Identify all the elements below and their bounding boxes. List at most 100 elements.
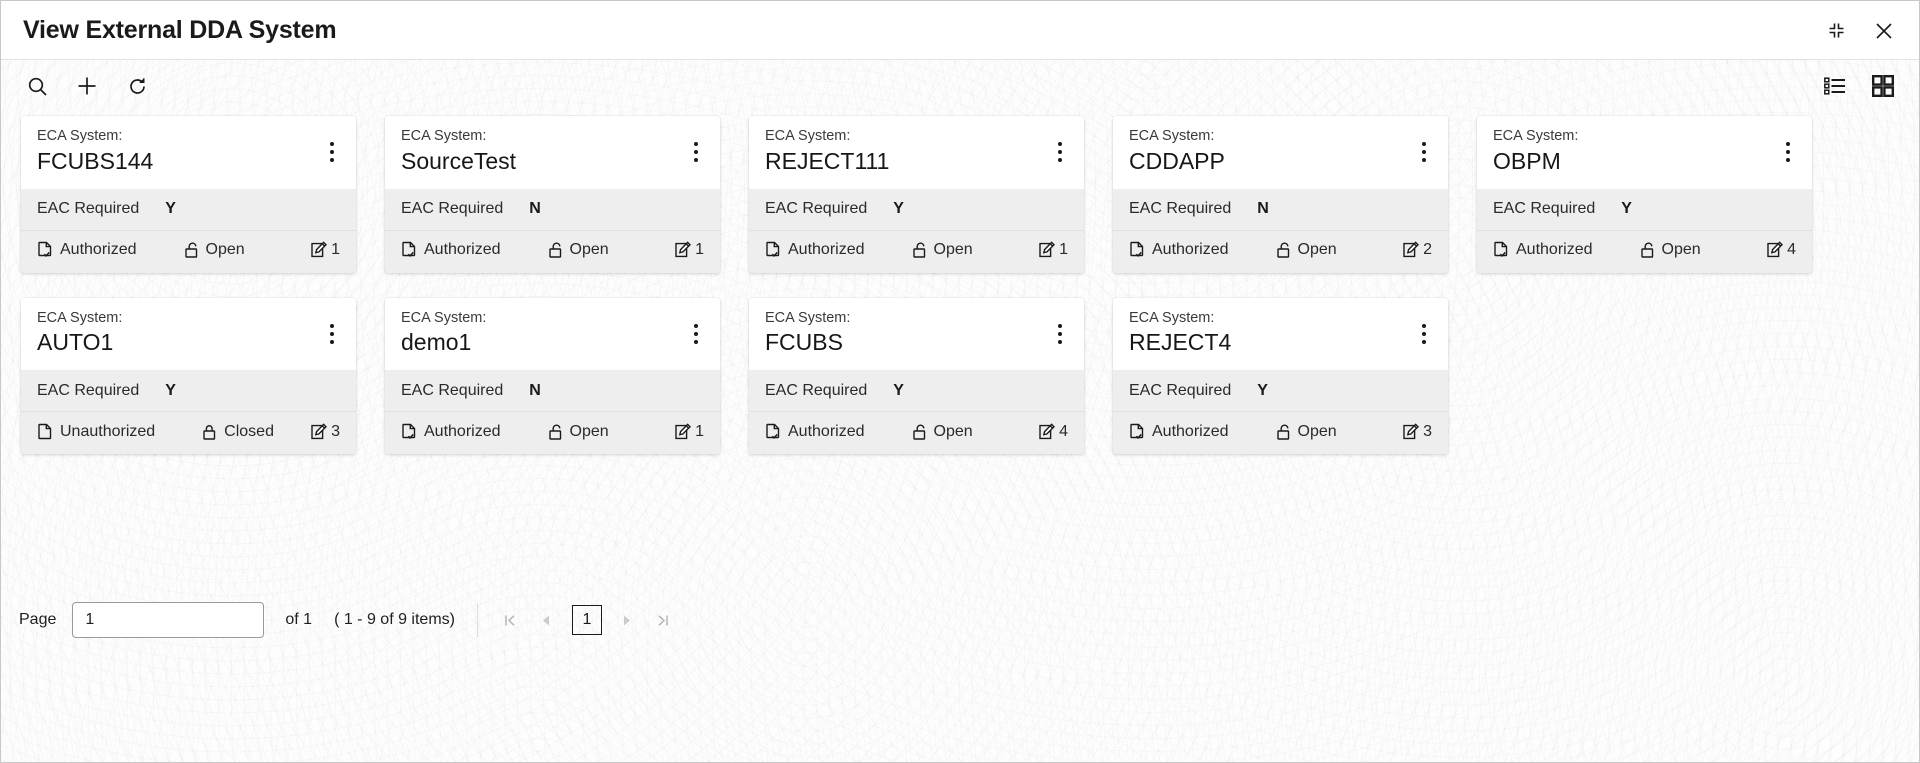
- authorization-status: Authorized: [765, 241, 865, 259]
- modification-count-text: 1: [331, 241, 340, 259]
- eac-required-label: EAC Required: [37, 200, 140, 218]
- close-icon[interactable]: [1869, 16, 1899, 46]
- card-menu-icon[interactable]: [1412, 317, 1436, 351]
- record-status-text: Open: [1297, 422, 1337, 440]
- search-icon[interactable]: [21, 70, 53, 102]
- card-body: EAC Required N: [385, 188, 720, 231]
- padlock-open-icon: [912, 423, 928, 441]
- pager-controls: 1: [476, 603, 680, 637]
- first-page-icon[interactable]: [494, 603, 528, 637]
- edit-square-icon: [1038, 241, 1056, 259]
- card-menu-icon[interactable]: [1048, 135, 1072, 169]
- authorization-status: Unauthorized: [37, 423, 155, 441]
- card-system-value: demo1: [401, 329, 472, 356]
- eca-system-card[interactable]: ECA System: REJECT4 EAC Required Y Authorize…: [1113, 297, 1448, 455]
- card-menu-icon[interactable]: [684, 317, 708, 351]
- document-check-icon: [765, 423, 782, 441]
- document-check-icon: [401, 241, 418, 259]
- record-status: Open: [1276, 241, 1337, 259]
- eac-required-label: EAC Required: [765, 381, 868, 399]
- page-input[interactable]: [72, 602, 265, 638]
- eca-system-card[interactable]: ECA System: FCUBS144 EAC Required Y Authoriz…: [21, 116, 356, 273]
- eac-required-value: Y: [165, 200, 176, 218]
- authorization-status-text: Authorized: [1152, 241, 1229, 259]
- card-field-label: ECA System:: [765, 128, 851, 144]
- eca-system-card[interactable]: ECA System: OBPM EAC Required Y Authorized Op…: [1477, 116, 1812, 273]
- card-header: ECA System: AUTO1: [21, 297, 356, 371]
- card-menu-icon[interactable]: [320, 135, 344, 169]
- eac-required-label: EAC Required: [37, 381, 140, 399]
- eca-system-card[interactable]: ECA System: SourceTest EAC Required N Author…: [385, 116, 720, 273]
- card-footer: Authorized Open 2: [1113, 230, 1448, 273]
- record-status-text: Open: [933, 422, 973, 440]
- modification-count-text: 4: [1059, 422, 1068, 440]
- card-menu-icon[interactable]: [1412, 135, 1436, 169]
- card-system-value: REJECT111: [765, 147, 890, 174]
- content-canvas: ECA System: FCUBS 1 4 4 EAC Required Y Authoriz…: [1, 60, 1919, 762]
- refresh-icon[interactable]: [121, 70, 153, 102]
- card-header: ECA System: OBPM: [1477, 116, 1812, 189]
- card-system-value: AUTO1: [37, 329, 114, 356]
- minimize-icon[interactable]: [1821, 16, 1851, 46]
- modification-count: 3: [310, 423, 340, 441]
- toolbar-view-toggles: [1819, 60, 1899, 112]
- eca-system-card[interactable]: ECA System: CDDAPP EAC Required N Authorized…: [1113, 116, 1448, 273]
- record-status: Open: [1276, 423, 1337, 441]
- card-footer: Authorized Open 1: [21, 230, 356, 273]
- eca-system-card[interactable]: ECA System: FCUBS EAC Required Y Authorized O…: [749, 297, 1084, 455]
- eca-system-card-grid: ECA System: FCUBS 1 4 4 EAC Required Y Authoriz…: [1, 112, 1919, 455]
- page-total-label: of 1: [285, 611, 313, 628]
- page-label: Page: [19, 611, 57, 628]
- modification-count-text: 3: [331, 422, 340, 440]
- eac-required-label: EAC Required: [1129, 200, 1232, 218]
- card-field-label: ECA System:: [1129, 309, 1215, 326]
- eca-system-card[interactable]: ECA System: AUTO1 EAC Required Y Unauthorize…: [21, 297, 356, 455]
- eca-system-card[interactable]: ECA System: REJECT111 EAC Required Y Authori…: [749, 116, 1084, 273]
- list-view-icon[interactable]: [1819, 70, 1851, 102]
- card-field-label: ECA System:: [37, 309, 123, 326]
- grid-view-icon[interactable]: [1867, 70, 1899, 102]
- card-menu-icon[interactable]: [684, 135, 708, 169]
- edit-square-icon: [1038, 423, 1056, 441]
- next-page-icon[interactable]: [610, 603, 644, 637]
- record-status-text: Open: [569, 422, 609, 440]
- authorization-status-text: Authorized: [1516, 241, 1593, 259]
- card-system-value: SourceTest: [401, 147, 517, 174]
- modification-count-text: 3: [1423, 422, 1432, 440]
- record-status: Open: [548, 241, 609, 259]
- authorization-status: Authorized: [765, 423, 865, 441]
- card-field-label: ECA System:: [1129, 128, 1215, 144]
- card-body: EAC Required Y: [749, 188, 1084, 231]
- add-icon[interactable]: [71, 70, 103, 102]
- last-page-icon[interactable]: [646, 603, 680, 637]
- eac-required-label: EAC Required: [401, 200, 504, 218]
- modification-count: 1: [674, 241, 704, 259]
- authorization-status-text: Authorized: [1152, 422, 1229, 440]
- record-status: Open: [1640, 241, 1701, 259]
- eca-system-card[interactable]: ECA System: demo1 EAC Required N Authorized O…: [385, 297, 720, 455]
- record-status: Closed: [202, 423, 274, 441]
- padlock-open-icon: [184, 241, 200, 259]
- modification-count: 4: [1766, 241, 1796, 259]
- modification-count: 2: [1402, 241, 1432, 259]
- eac-required-value: N: [529, 381, 541, 399]
- card-body: EAC Required Y: [749, 370, 1084, 413]
- items-range-label: ( 1 - 9 of 9 items): [334, 611, 455, 628]
- prev-page-icon[interactable]: [530, 603, 564, 637]
- card-menu-icon[interactable]: [320, 317, 344, 351]
- eac-required-label: EAC Required: [1493, 200, 1596, 218]
- padlock-open-icon: [548, 423, 564, 441]
- card-header: ECA System: FCUBS: [749, 297, 1084, 371]
- eac-required-value: N: [529, 200, 541, 218]
- window-title-bar: View External DDA System: [1, 1, 1919, 60]
- current-page-number[interactable]: 1: [571, 605, 602, 635]
- card-body: EAC Required Y: [21, 370, 356, 413]
- toolbar-left-actions: [21, 70, 153, 102]
- authorization-status-text: Authorized: [788, 241, 865, 259]
- card-menu-icon[interactable]: [1048, 317, 1072, 351]
- card-header: ECA System: CDDAPP: [1113, 116, 1448, 189]
- eac-required-value: Y: [165, 381, 176, 399]
- record-status-text: Closed: [224, 422, 274, 440]
- card-menu-icon[interactable]: [1776, 135, 1800, 169]
- edit-square-icon: [1402, 241, 1420, 259]
